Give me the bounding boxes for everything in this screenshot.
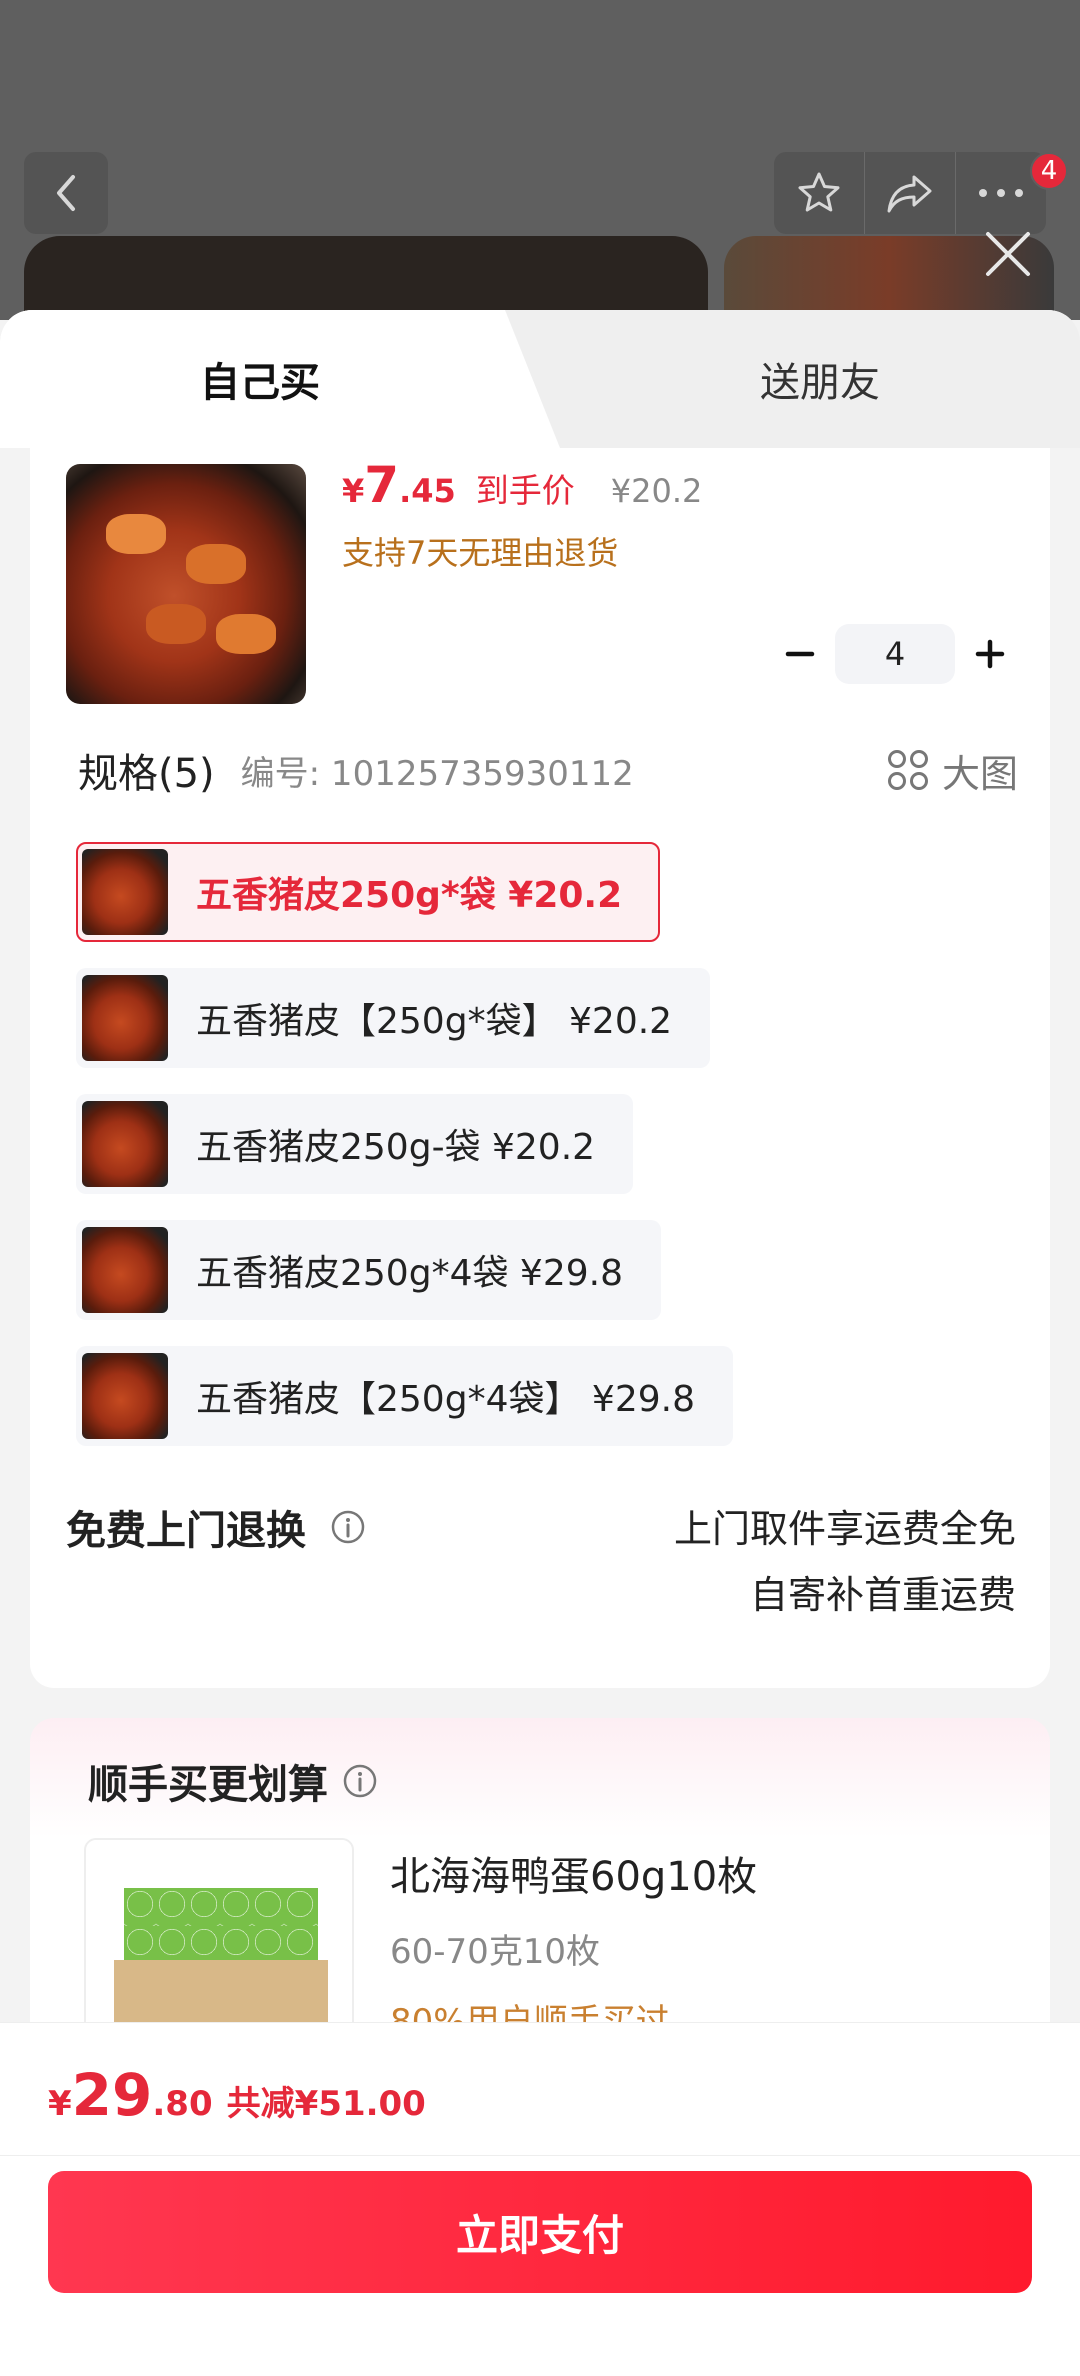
total-integer: 29 xyxy=(71,2061,153,2129)
tab-gift[interactable]: 送朋友 xyxy=(560,310,1080,448)
star-icon xyxy=(798,172,840,212)
quantity-stepper: 4 xyxy=(770,624,1020,684)
close-button[interactable] xyxy=(980,226,1036,282)
spec-option[interactable]: 五香猪皮【250g*4袋】 ¥29.8 xyxy=(76,1346,733,1446)
return-policy-note: 支持7天无理由退货 xyxy=(342,534,619,572)
spec-options: 五香猪皮250g*袋 ¥20.2 五香猪皮【250g*袋】 ¥20.2 五香猪皮… xyxy=(76,842,733,1472)
tab-self-buy[interactable]: 自己买 xyxy=(0,310,560,448)
product-thumbnail[interactable] xyxy=(66,464,306,704)
back-icon xyxy=(57,175,75,211)
product-main-image xyxy=(24,236,708,320)
total-price: ¥ 29 .80 共减¥51.00 xyxy=(48,2061,426,2129)
final-price-tag: 到手价 xyxy=(475,471,575,510)
spec-option[interactable]: 五香猪皮250g*4袋 ¥29.8 xyxy=(76,1220,661,1320)
option-thumbnail xyxy=(82,849,168,935)
option-label: 五香猪皮【250g*袋】 ¥20.2 xyxy=(196,1001,673,1042)
spec-title: 规格(5) xyxy=(78,751,215,797)
price-integer: 7 xyxy=(364,456,400,514)
big-image-button[interactable]: 大图 xyxy=(886,740,1018,800)
upsell-item-spec: 60-70克10枚 xyxy=(390,1932,601,1972)
more-icon xyxy=(979,189,1023,197)
action-bar xyxy=(774,152,1046,234)
free-return-label: 免费上门退换 xyxy=(66,1508,306,1554)
share-button[interactable] xyxy=(865,152,956,234)
spec-option[interactable]: 五香猪皮【250g*袋】 ¥20.2 xyxy=(76,968,711,1068)
checkout-bar: ¥ 29 .80 共减¥51.00 立即支付 xyxy=(0,2022,1080,2376)
price-decimal: .45 xyxy=(399,472,456,510)
option-label: 五香猪皮【250g*4袋】 ¥29.8 xyxy=(196,1379,695,1420)
close-icon xyxy=(986,232,1030,276)
original-price: ¥20.2 xyxy=(610,472,703,510)
spec-header: 规格(5) 编号: 10125735930112 大图 xyxy=(78,740,1038,800)
increase-button[interactable] xyxy=(960,624,1020,684)
eggs-graphic xyxy=(124,1888,318,1968)
quantity-value[interactable]: 4 xyxy=(835,624,955,684)
back-button[interactable] xyxy=(24,152,108,234)
total-decimal: .80 xyxy=(152,2084,213,2124)
purchase-tabs: 自己买 送朋友 xyxy=(0,310,1080,448)
big-image-label: 大图 xyxy=(941,751,1018,796)
share-icon xyxy=(887,175,932,213)
upsell-title-label: 顺手买更划算 xyxy=(88,1762,328,1808)
divider xyxy=(0,2155,1080,2156)
spec-option[interactable]: 五香猪皮250g-袋 ¥20.2 xyxy=(76,1094,634,1194)
product-code: 编号: 10125735930112 xyxy=(240,753,634,794)
option-label: 五香猪皮250g-袋 ¥20.2 xyxy=(196,1127,596,1168)
option-label: 五香猪皮250g*4袋 ¥29.8 xyxy=(196,1253,623,1294)
cart-count-badge: 4 xyxy=(1030,152,1068,190)
price-line: ¥ 7 .45 到手价 ¥20.2 xyxy=(342,456,702,514)
total-symbol: ¥ xyxy=(48,2084,72,2124)
upsell-item-name[interactable]: 北海海鸭蛋60g10枚 xyxy=(390,1844,757,1902)
spec-option[interactable]: 五香猪皮250g*袋 ¥20.2 xyxy=(76,842,661,942)
favorite-button[interactable] xyxy=(774,152,865,234)
info-icon[interactable] xyxy=(330,1509,366,1545)
self-ship-note: 自寄补首重运费 xyxy=(749,1573,1016,1617)
info-icon[interactable] xyxy=(342,1763,378,1799)
option-thumbnail xyxy=(82,975,168,1061)
free-return-title: 免费上门退换 xyxy=(66,1498,366,1556)
option-thumbnail xyxy=(82,1227,168,1313)
grid-icon xyxy=(887,750,928,790)
sku-card: ¥ 7 .45 到手价 ¥20.2 支持7天无理由退货 4 规格(5) 编号: … xyxy=(30,448,1050,1688)
minus-icon xyxy=(785,651,815,657)
option-label: 五香猪皮250g*袋 ¥20.2 xyxy=(196,875,623,916)
option-thumbnail xyxy=(82,1101,168,1187)
plus-icon xyxy=(975,639,1005,669)
upsell-title: 顺手买更划算 xyxy=(88,1752,378,1810)
tab-self-buy-label: 自己买 xyxy=(200,360,320,406)
decrease-button[interactable] xyxy=(770,624,830,684)
price-symbol: ¥ xyxy=(342,472,365,510)
product-page-backdrop: 4 xyxy=(0,0,1080,320)
pickup-free-note: 上门取件享运费全免 xyxy=(673,1507,1016,1551)
option-thumbnail xyxy=(82,1353,168,1439)
pay-now-button[interactable]: 立即支付 xyxy=(48,2171,1032,2293)
total-saving: 共减¥51.00 xyxy=(226,2084,426,2124)
